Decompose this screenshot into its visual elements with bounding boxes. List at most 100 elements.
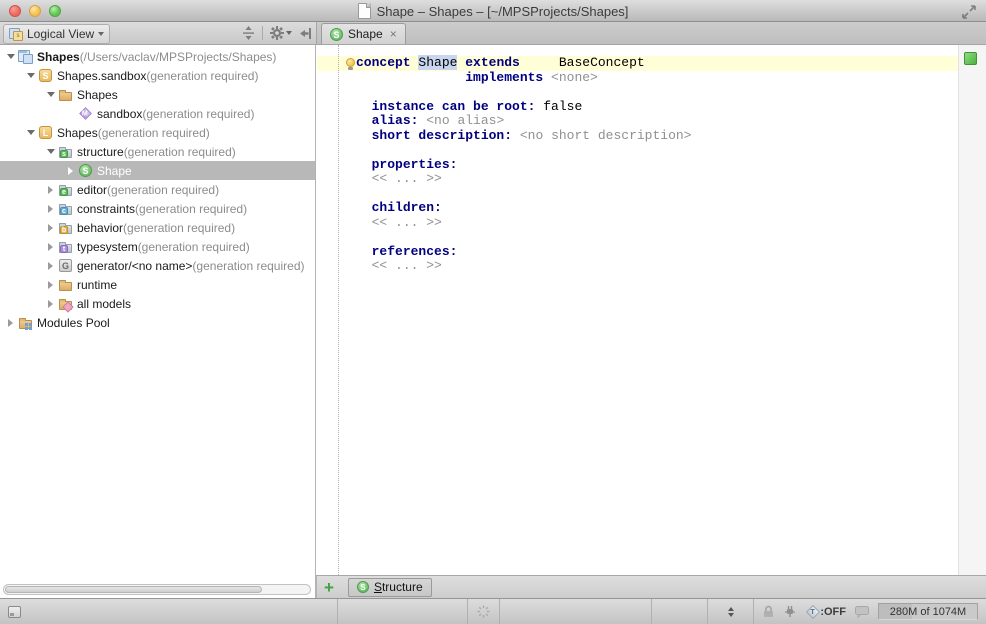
status-selector-cell[interactable] xyxy=(707,599,753,624)
hector-plug-icon[interactable] xyxy=(783,605,797,619)
code-line[interactable]: concept Shape extends BaseConcept xyxy=(356,56,958,71)
code-text[interactable] xyxy=(543,70,551,85)
keyword-text[interactable]: concept xyxy=(356,55,411,70)
placeholder-text[interactable]: <no alias> xyxy=(426,113,504,128)
code-line[interactable]: references: xyxy=(356,245,958,260)
expand-arrow-icon[interactable] xyxy=(44,88,57,101)
tree-item-editor[interactable]: eeditor (generation required) xyxy=(0,180,315,199)
keyword-text[interactable]: instance can be root: xyxy=(372,99,536,114)
code-text[interactable] xyxy=(356,200,372,215)
tree-item-generator-no-name[interactable]: Ggenerator/<no name> (generation require… xyxy=(0,256,315,275)
tree-item-shapes[interactable]: Shapes xyxy=(0,85,315,104)
keyword-text[interactable]: properties: xyxy=(372,157,458,172)
placeholder-text[interactable]: << ... >> xyxy=(372,258,442,273)
code-text[interactable]: BaseConcept xyxy=(559,55,645,70)
tab-shape[interactable]: S Shape × xyxy=(321,23,406,44)
error-stripe[interactable] xyxy=(958,45,986,575)
code-line[interactable]: << ... >> xyxy=(356,216,958,231)
view-switcher-dropdown[interactable]: s Logical View xyxy=(3,24,110,44)
keyword-text[interactable]: extends xyxy=(465,55,520,70)
code-text[interactable] xyxy=(356,215,372,230)
placeholder-text[interactable]: <no short description> xyxy=(520,128,692,143)
code-line[interactable] xyxy=(356,230,958,245)
placeholder-text[interactable]: << ... >> xyxy=(372,215,442,230)
code-line[interactable] xyxy=(356,143,958,158)
code-text[interactable] xyxy=(356,113,372,128)
tree-item-runtime[interactable]: runtime xyxy=(0,275,315,294)
code-text[interactable] xyxy=(356,244,372,259)
code-text[interactable] xyxy=(512,128,520,143)
code-text[interactable] xyxy=(356,99,372,114)
expand-arrow-icon[interactable] xyxy=(44,202,57,215)
tab-structure[interactable]: S Structure xyxy=(348,578,432,597)
expand-arrow-icon[interactable] xyxy=(44,297,57,310)
typesystem-toggle[interactable]: T :OFF xyxy=(806,606,846,618)
tree-item-behavior[interactable]: bbehavior (generation required) xyxy=(0,218,315,237)
tree-item-shape[interactable]: SShape xyxy=(0,161,315,180)
expand-arrow-icon[interactable] xyxy=(44,259,57,272)
concept-name-cell[interactable]: Shape xyxy=(418,55,457,70)
keyword-text[interactable]: children: xyxy=(372,200,442,215)
inspection-status-indicator[interactable] xyxy=(964,52,977,65)
code-line[interactable]: instance can be root: false xyxy=(356,100,958,115)
code-text[interactable] xyxy=(356,157,372,172)
expand-arrow-icon[interactable] xyxy=(44,183,57,196)
expand-arrow-icon[interactable] xyxy=(44,240,57,253)
keyword-text[interactable]: implements xyxy=(465,70,543,85)
expand-arrow-icon[interactable] xyxy=(44,145,57,158)
code-line[interactable]: << ... >> xyxy=(356,172,958,187)
code-text[interactable] xyxy=(356,171,372,186)
code-line[interactable]: alias: <no alias> xyxy=(356,114,958,129)
mps-ide-window: Shape – Shapes – [~/MPSProjects/Shapes] … xyxy=(0,0,986,624)
keyword-text[interactable]: short description: xyxy=(372,128,512,143)
hide-panel-icon[interactable] xyxy=(299,27,312,40)
expand-arrow-icon[interactable] xyxy=(24,69,37,82)
editor-code[interactable]: concept Shape extends BaseConcept implem… xyxy=(339,56,958,274)
tree-item-sandbox[interactable]: Msandbox (generation required) xyxy=(0,104,315,123)
code-line[interactable]: properties: xyxy=(356,158,958,173)
toggle-toolwindow-bars-icon[interactable] xyxy=(8,606,21,618)
keyword-text[interactable]: references: xyxy=(372,244,458,259)
code-line[interactable]: implements <none> xyxy=(356,71,958,86)
tree-item-shapes[interactable]: Shapes (/Users/vaclav/MPSProjects/Shapes… xyxy=(0,47,315,66)
placeholder-text[interactable]: << ... >> xyxy=(372,171,442,186)
placeholder-text[interactable]: <none> xyxy=(551,70,598,85)
intention-bulb-icon[interactable] xyxy=(346,58,355,70)
scrollbar-thumb[interactable] xyxy=(5,586,262,593)
code-line[interactable]: children: xyxy=(356,201,958,216)
horizontal-scrollbar[interactable] xyxy=(3,584,311,595)
tree-item-typesystem[interactable]: ttypesystem (generation required) xyxy=(0,237,315,256)
code-text[interactable]: false xyxy=(535,99,582,114)
tree-item-shapes[interactable]: LShapes (generation required) xyxy=(0,123,315,142)
tree-item-constraints[interactable]: cconstraints (generation required) xyxy=(0,199,315,218)
code-line[interactable]: << ... >> xyxy=(356,259,958,274)
expand-arrow-icon[interactable] xyxy=(44,221,57,234)
code-text[interactable] xyxy=(356,70,465,85)
code-line[interactable] xyxy=(356,187,958,202)
fullscreen-icon[interactable] xyxy=(962,5,976,19)
code-text[interactable] xyxy=(356,258,372,273)
event-log-bubble-icon[interactable] xyxy=(855,606,869,618)
keyword-text[interactable]: alias: xyxy=(372,113,419,128)
lock-icon[interactable] xyxy=(763,605,774,618)
tree-item-all-models[interactable]: all models xyxy=(0,294,315,313)
settings-gear-icon[interactable] xyxy=(270,26,292,40)
memory-indicator[interactable]: 280M of 1074M xyxy=(878,603,978,620)
expand-arrow-icon[interactable] xyxy=(44,278,57,291)
code-text[interactable] xyxy=(520,55,559,70)
tree-item-structure[interactable]: sstructure (generation required) xyxy=(0,142,315,161)
expand-arrow-icon[interactable] xyxy=(4,316,17,329)
autoscroll-icon[interactable] xyxy=(242,26,255,40)
code-line[interactable] xyxy=(356,85,958,100)
tree-item-modules-pool[interactable]: Modules Pool xyxy=(0,313,315,332)
add-aspect-button[interactable]: + xyxy=(324,579,334,596)
background-tasks-icon[interactable] xyxy=(477,605,490,618)
close-tab-icon[interactable]: × xyxy=(390,28,397,40)
code-line[interactable]: short description: <no short description… xyxy=(356,129,958,144)
code-text[interactable] xyxy=(356,128,372,143)
concept-editor[interactable]: concept Shape extends BaseConcept implem… xyxy=(317,45,958,575)
expand-arrow-icon[interactable] xyxy=(24,126,37,139)
expand-arrow-icon[interactable] xyxy=(4,50,17,63)
tree-item-shapes-sandbox[interactable]: SShapes.sandbox (generation required) xyxy=(0,66,315,85)
expand-arrow-icon[interactable] xyxy=(64,164,77,177)
